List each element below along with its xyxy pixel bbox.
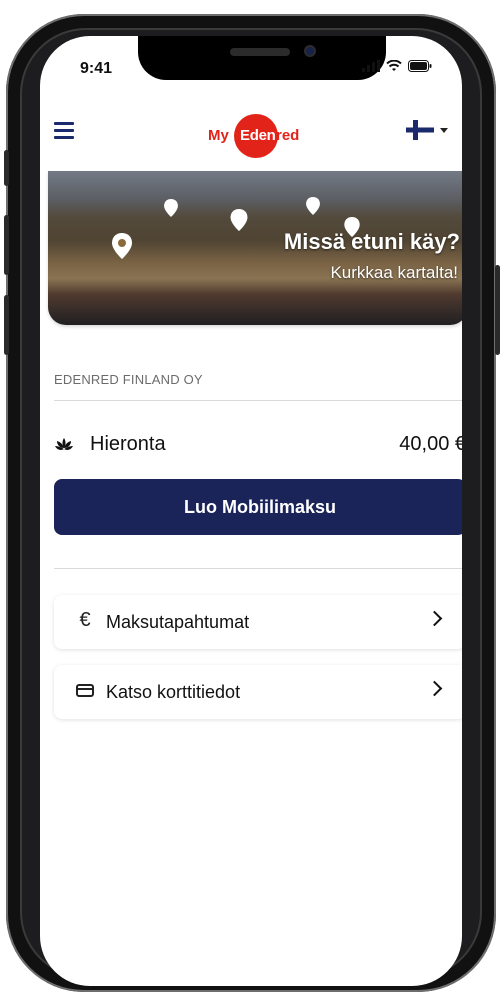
divider (54, 568, 462, 569)
volume-down-button (4, 295, 9, 355)
map-banner[interactable]: Missä etuni käy? Kurkkaa kartalta! (48, 171, 462, 325)
company-name: EDENRED FINLAND OY (54, 372, 203, 387)
power-button (495, 265, 500, 355)
finnish-flag-icon (406, 120, 434, 140)
volume-up-button (4, 215, 9, 275)
map-pin-icon (164, 199, 178, 217)
chevron-right-icon (426, 680, 443, 697)
myedenred-logo: My Eden red (206, 114, 316, 158)
map-pin-icon (306, 197, 320, 215)
app-header: My Eden red (40, 108, 462, 164)
card-icon (76, 684, 94, 697)
map-pin-icon (112, 233, 132, 259)
lotus-icon (55, 438, 73, 450)
menu-item-label: Katso korttitiedot (106, 682, 241, 702)
status-icons (362, 60, 432, 72)
mute-switch (4, 150, 9, 186)
signal-icon (362, 60, 380, 72)
banner-subtitle: Kurkkaa kartalta! (330, 263, 458, 282)
euro-icon: € (79, 608, 91, 631)
map-pin-icon (230, 209, 248, 231)
logo-red-text: red (276, 127, 300, 144)
camera (304, 45, 316, 57)
logo-eden-text: Eden (240, 127, 276, 144)
app-screen: 9:41 My Eden red Missä etuni käy? Kurkka… (40, 36, 462, 986)
transactions-menu-item[interactable]: € Maksutapahtumat (54, 595, 462, 649)
chevron-right-icon (426, 610, 443, 627)
benefit-label: Hieronta (90, 433, 166, 455)
battery-icon (408, 60, 432, 72)
notch (138, 36, 386, 80)
banner-title: Missä etuni käy? (283, 229, 460, 254)
card-details-menu-item[interactable]: Katso korttitiedot (54, 665, 462, 719)
hamburger-menu-icon[interactable] (54, 122, 74, 140)
benefit-amount: 40,00 € (399, 433, 462, 455)
benefit-row: Hieronta 40,00 € (54, 424, 462, 464)
speaker (230, 48, 290, 56)
status-time: 9:41 (80, 60, 113, 77)
chevron-down-icon (440, 127, 448, 133)
divider (54, 400, 462, 401)
language-selector[interactable] (406, 120, 448, 140)
wifi-icon (386, 60, 402, 71)
create-mobile-payment-button[interactable]: Luo Mobiilimaksu (54, 479, 462, 535)
menu-item-label: Maksutapahtumat (106, 612, 250, 632)
logo-my-text: My (208, 127, 229, 144)
